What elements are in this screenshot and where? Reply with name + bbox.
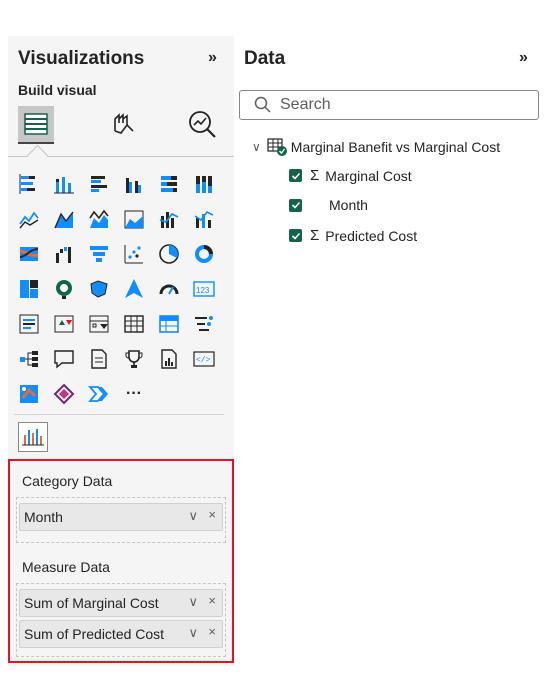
field-row-month[interactable]: Month (289, 197, 368, 213)
field-label: Month (329, 197, 368, 213)
visualizations-pane: Visualizations » Build visual 123 </> ··… (8, 36, 235, 666)
table-node-row[interactable]: ∨ Marginal Banefit vs Marginal Cost (252, 137, 500, 157)
power-automate-icon[interactable] (16, 381, 42, 407)
100-percent-area-chart-icon[interactable] (121, 206, 147, 232)
remove-field-icon[interactable]: × (208, 593, 216, 608)
field-label: Marginal Cost (325, 167, 412, 184)
smart-narrative-icon[interactable] (86, 346, 112, 372)
kpi-icon[interactable] (51, 311, 77, 337)
chevron-down-icon[interactable]: ∨ (188, 594, 198, 610)
multi-row-card-icon[interactable] (16, 311, 42, 337)
map-icon[interactable] (51, 276, 77, 302)
field-pill-label: Sum of Marginal Cost (24, 595, 159, 611)
decomposition-tree-icon[interactable] (191, 311, 217, 337)
data-pane-title: Data (244, 48, 286, 69)
collapse-data-pane-icon[interactable]: » (519, 49, 528, 67)
checkbox-checked-icon[interactable] (289, 229, 302, 242)
field-pill-predicted-cost[interactable]: Sum of Predicted Cost ∨ × (19, 620, 223, 648)
chevron-down-icon[interactable]: ∨ (252, 140, 261, 154)
matrix-icon[interactable] (156, 311, 182, 337)
build-visual-label: Build visual (18, 82, 97, 98)
sigma-icon: Σ (310, 227, 320, 244)
field-pill-label: Month (24, 509, 63, 525)
checkbox-checked-icon[interactable] (289, 169, 302, 182)
field-row-marginal-cost[interactable]: Σ Marginal Cost (289, 167, 412, 184)
data-pane: Data » Search ∨ Marginal Banefit vs Marg… (234, 36, 550, 666)
qa-icon[interactable] (51, 346, 77, 372)
clustered-bar-chart-icon[interactable] (86, 171, 112, 197)
area-chart-icon[interactable] (51, 206, 77, 232)
chevron-down-icon[interactable]: ∨ (188, 625, 198, 641)
checkbox-checked-icon[interactable] (289, 198, 302, 212)
slicer-icon[interactable] (86, 311, 112, 337)
sigma-icon: Σ (310, 167, 320, 184)
paginated-report-icon[interactable] (156, 346, 182, 372)
clustered-column-chart-icon[interactable] (121, 171, 147, 197)
field-pill-month[interactable]: Month ∨ × (19, 503, 223, 531)
field-row-predicted-cost[interactable]: Σ Predicted Cost (289, 227, 417, 244)
ribbon-chart-icon[interactable] (16, 241, 42, 267)
table-icon[interactable] (121, 311, 147, 337)
table-name: Marginal Banefit vs Marginal Cost (290, 139, 501, 155)
line-stacked-column-chart-icon[interactable] (156, 206, 182, 232)
search-icon (254, 96, 271, 113)
field-wells-highlight: Category Data Month ∨ × Measure Data Sum… (8, 459, 234, 663)
card-icon[interactable]: 123 (191, 276, 217, 302)
svg-text:</>: </> (196, 356, 211, 365)
paintbrush-icon (114, 113, 134, 134)
power-apps-code-icon[interactable]: </> (191, 346, 217, 372)
analytics-tab[interactable] (184, 106, 220, 142)
field-pill-label: Sum of Predicted Cost (24, 626, 165, 642)
scatter-chart-icon[interactable] (121, 241, 147, 267)
100-percent-bar-chart-icon[interactable] (156, 171, 182, 197)
chevron-down-icon[interactable]: ∨ (188, 508, 198, 524)
field-label: Predicted Cost (325, 227, 418, 244)
stacked-column-chart-icon[interactable] (51, 171, 77, 197)
collapse-visualizations-icon[interactable]: » (208, 49, 217, 67)
more-visuals-icon[interactable]: ··· (121, 381, 147, 407)
table-grid-icon (24, 113, 48, 135)
line-clustered-column-chart-icon[interactable] (191, 206, 217, 232)
funnel-chart-icon[interactable] (86, 241, 112, 267)
magnifier-chart-icon (189, 111, 216, 138)
donut-chart-icon[interactable] (191, 241, 217, 267)
measure-data-well[interactable]: Sum of Marginal Cost ∨ × Sum of Predicte… (16, 583, 226, 657)
key-influencers-icon[interactable] (16, 346, 42, 372)
active-tab-caret (26, 144, 49, 167)
waterfall-chart-icon[interactable] (51, 241, 77, 267)
remove-field-icon[interactable]: × (208, 507, 216, 522)
format-visual-tab[interactable] (104, 106, 140, 142)
remove-field-icon[interactable]: × (208, 624, 216, 639)
azure-map-icon[interactable] (121, 276, 147, 302)
search-placeholder: Search (280, 96, 331, 113)
build-visual-tab[interactable] (18, 106, 54, 144)
treemap-icon[interactable] (16, 276, 42, 302)
100-percent-column-chart-icon[interactable] (191, 171, 217, 197)
measure-data-title: Measure Data (22, 559, 110, 575)
custom-bar-chart-icon (22, 429, 44, 446)
stacked-area-chart-icon[interactable] (86, 206, 112, 232)
svg-text:123: 123 (196, 286, 210, 295)
gauge-icon[interactable] (156, 276, 182, 302)
table-icon (267, 138, 287, 156)
stacked-bar-chart-icon[interactable] (16, 171, 42, 197)
goals-trophy-icon[interactable] (121, 346, 147, 372)
custom-visual-icon[interactable] (18, 422, 48, 452)
visualizations-title: Visualizations (18, 48, 145, 69)
gallery-divider (14, 414, 224, 415)
power-automate-flow-icon[interactable] (86, 381, 112, 407)
filled-map-icon[interactable] (86, 276, 112, 302)
category-data-well[interactable]: Month ∨ × (16, 497, 226, 543)
field-pill-marginal-cost[interactable]: Sum of Marginal Cost ∨ × (19, 589, 223, 617)
pie-chart-icon[interactable] (156, 241, 182, 267)
power-apps-icon[interactable] (51, 381, 77, 407)
line-chart-icon[interactable] (16, 206, 42, 232)
search-input[interactable]: Search (239, 90, 539, 120)
category-data-title: Category Data (22, 473, 113, 489)
